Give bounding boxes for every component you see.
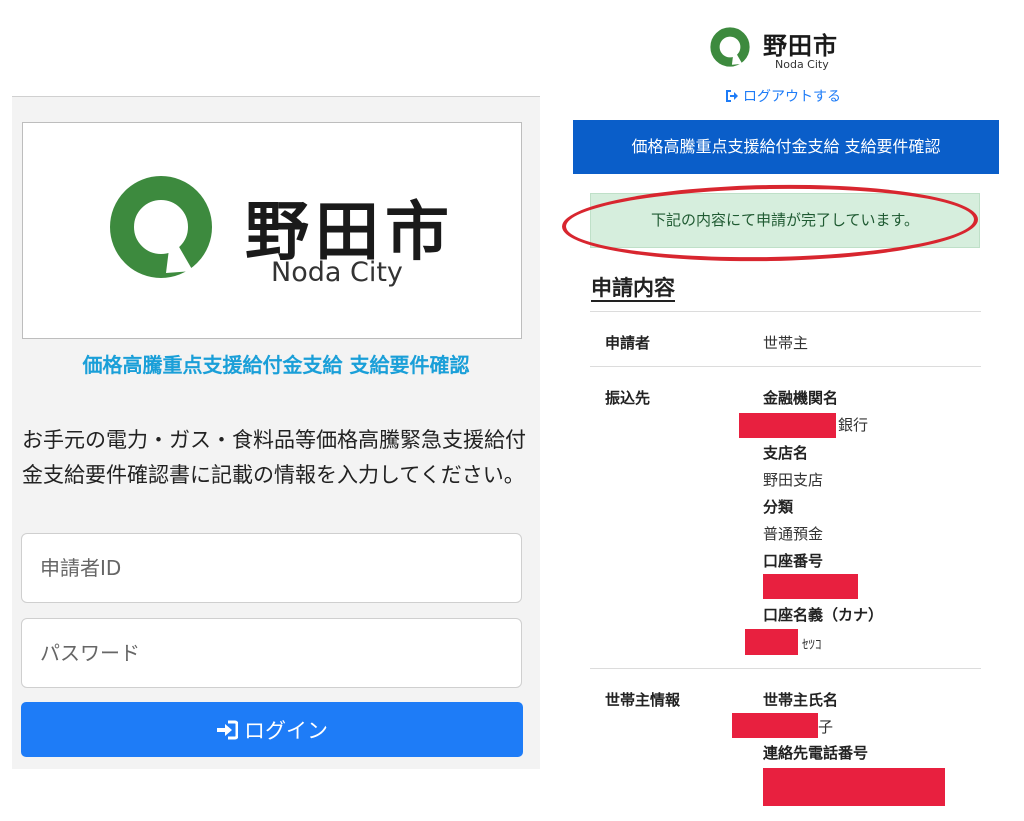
divider [590, 311, 981, 312]
account-name-label: 口座名義（カナ） [763, 606, 884, 624]
login-button-label: ログイン [244, 718, 328, 743]
divider [590, 668, 981, 669]
noda-city-emblem-icon [710, 27, 750, 67]
category-label: 分類 [763, 498, 794, 516]
redaction-bar [745, 629, 798, 655]
logout-label: ログアウトする [743, 89, 841, 105]
login-button[interactable]: ログイン [21, 702, 523, 757]
logo-english-text: Noda City [775, 58, 829, 71]
sign-out-icon [726, 90, 738, 102]
branch-value: 野田支店 [763, 471, 824, 489]
sign-in-icon [217, 720, 238, 739]
applicant-value: 世帯主 [763, 334, 809, 352]
bank-name-label: 金融機関名 [763, 389, 839, 407]
branch-label: 支店名 [763, 444, 809, 462]
divider [590, 366, 981, 367]
transfer-label: 振込先 [605, 389, 651, 407]
applicant-id-input[interactable]: 申請者ID [21, 533, 522, 603]
noda-city-logo-banner: 野田市 Noda City [22, 122, 522, 339]
phone-label: 連絡先電話番号 [763, 744, 869, 762]
noda-city-emblem-icon [110, 176, 212, 278]
household-name-label: 世帯主氏名 [763, 691, 839, 709]
logo-kanji-text: 野田市 [763, 32, 838, 60]
category-value: 普通預金 [763, 525, 824, 543]
password-input[interactable]: パスワード [21, 618, 522, 688]
redaction-bar [732, 713, 818, 738]
logout-link[interactable]: ログアウトする [726, 86, 841, 106]
account-number-label: 口座番号 [763, 552, 824, 570]
confirm-header: 価格高騰重点支援給付金支給 支給要件確認 [573, 120, 999, 174]
household-name-value: 子 [818, 718, 834, 736]
household-label: 世帯主情報 [605, 691, 681, 709]
login-panel: 野田市 Noda City 価格高騰重点支援給付金支給 支給要件確認 お手元の電… [12, 96, 540, 793]
logo-english-text: Noda City [271, 257, 403, 288]
redaction-bar [763, 768, 945, 806]
account-name-value: ｾﾂｺ [802, 638, 822, 653]
page-title: 価格高騰重点支援給付金支給 支給要件確認 [82, 353, 470, 377]
redaction-bar [763, 574, 858, 599]
redaction-bar [739, 413, 836, 438]
section-title: 申請内容 [591, 276, 675, 300]
bank-name-value: 銀行 [838, 416, 869, 434]
applicant-label: 申請者 [605, 334, 651, 352]
instructions-text: お手元の電力・ガス・食料品等価格高騰緊急支援給付金支給要件確認書に記載の情報を入… [22, 428, 526, 487]
